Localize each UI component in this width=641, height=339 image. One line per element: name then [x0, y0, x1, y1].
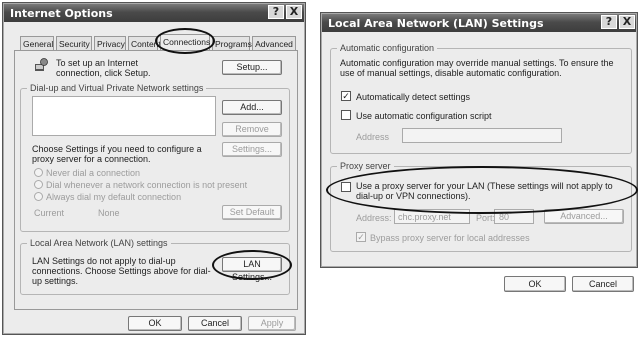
- add-button[interactable]: Add...: [222, 100, 282, 115]
- auto-script-checkbox[interactable]: [341, 110, 351, 120]
- tab-privacy[interactable]: Privacy: [94, 36, 126, 50]
- auto-detect-checkbox[interactable]: ✓: [341, 91, 351, 101]
- tab-security[interactable]: Security: [56, 36, 92, 50]
- radio-dial-whenever[interactable]: [34, 180, 43, 189]
- setup-text: To set up an Internet connection, click …: [56, 58, 151, 78]
- bypass-label: Bypass proxy server for local addresses: [370, 233, 530, 243]
- radio-always-dial-label: Always dial my default connection: [46, 192, 182, 202]
- ok-button[interactable]: OK: [128, 316, 182, 331]
- lan-settings-titlebar: Local Area Network (LAN) Settings: [322, 14, 636, 32]
- current-label: Current: [34, 208, 65, 218]
- auto-detect-label: Automatically detect settings: [356, 92, 471, 102]
- internet-options-titlebar: Internet Options: [4, 4, 304, 22]
- lan-settings-title: Local Area Network (LAN) Settings: [328, 17, 544, 30]
- proxy-group-label: Proxy server: [337, 161, 394, 171]
- auto-config-text: Automatic configuration may override man…: [340, 58, 614, 78]
- advanced-button[interactable]: Advanced...: [544, 209, 624, 224]
- proxy-address-label: Address:: [356, 213, 392, 223]
- internet-options-title: Internet Options: [10, 7, 113, 20]
- remove-button[interactable]: Remove: [222, 122, 282, 137]
- settings-button[interactable]: Settings...: [222, 142, 282, 157]
- tab-content[interactable]: Content: [128, 36, 161, 50]
- lan-cancel-button[interactable]: Cancel: [572, 276, 634, 292]
- port-input[interactable]: 80: [494, 209, 534, 224]
- radio-always-dial[interactable]: [34, 192, 43, 201]
- dialup-group-label: Dial-up and Virtual Private Network sett…: [27, 83, 207, 93]
- port-label: Port:: [476, 213, 496, 223]
- close-button[interactable]: X: [286, 5, 302, 19]
- radio-never-dial-label: Never dial a connection: [46, 168, 141, 178]
- radio-never-dial[interactable]: [34, 168, 43, 177]
- lan-help-button[interactable]: ?: [601, 15, 617, 29]
- use-proxy-checkbox[interactable]: [341, 182, 351, 192]
- radio-dial-whenever-label: Dial whenever a network connection is no…: [46, 180, 248, 190]
- setup-button[interactable]: Setup...: [222, 60, 282, 75]
- proxy-address-value: chc.proxy.net: [398, 212, 451, 222]
- auto-script-label: Use automatic configuration script: [356, 111, 492, 121]
- lan-group-label: Local Area Network (LAN) settings: [27, 238, 171, 248]
- tab-programs[interactable]: Programs: [212, 36, 252, 50]
- network-globe-icon: [34, 58, 48, 72]
- port-value: 80: [499, 212, 510, 222]
- apply-button[interactable]: Apply: [248, 316, 296, 331]
- lan-ok-button[interactable]: OK: [504, 276, 566, 292]
- proxy-address-input[interactable]: chc.proxy.net: [394, 209, 470, 224]
- script-address-label: Address: [356, 132, 390, 142]
- lan-close-button[interactable]: X: [619, 15, 635, 29]
- tab-advanced[interactable]: Advanced: [252, 36, 296, 50]
- current-value: None: [98, 208, 120, 218]
- cancel-button[interactable]: Cancel: [188, 316, 242, 331]
- auto-config-group-label: Automatic configuration: [337, 43, 438, 53]
- help-button[interactable]: ?: [268, 5, 284, 19]
- choose-settings-text: Choose Settings if you need to configure…: [32, 144, 202, 164]
- set-default-button[interactable]: Set Default: [222, 205, 282, 220]
- lan-text: LAN Settings do not apply to dial-up con…: [32, 256, 211, 286]
- tab-general[interactable]: General: [20, 36, 54, 50]
- use-proxy-label: Use a proxy server for your LAN (These s…: [356, 181, 613, 201]
- bypass-checkbox[interactable]: ✓: [356, 232, 366, 242]
- tab-connections[interactable]: Connections: [160, 34, 210, 50]
- script-address-input[interactable]: [402, 128, 562, 143]
- connection-list[interactable]: [32, 96, 216, 136]
- lan-settings-button[interactable]: LAN Settings...: [222, 257, 282, 282]
